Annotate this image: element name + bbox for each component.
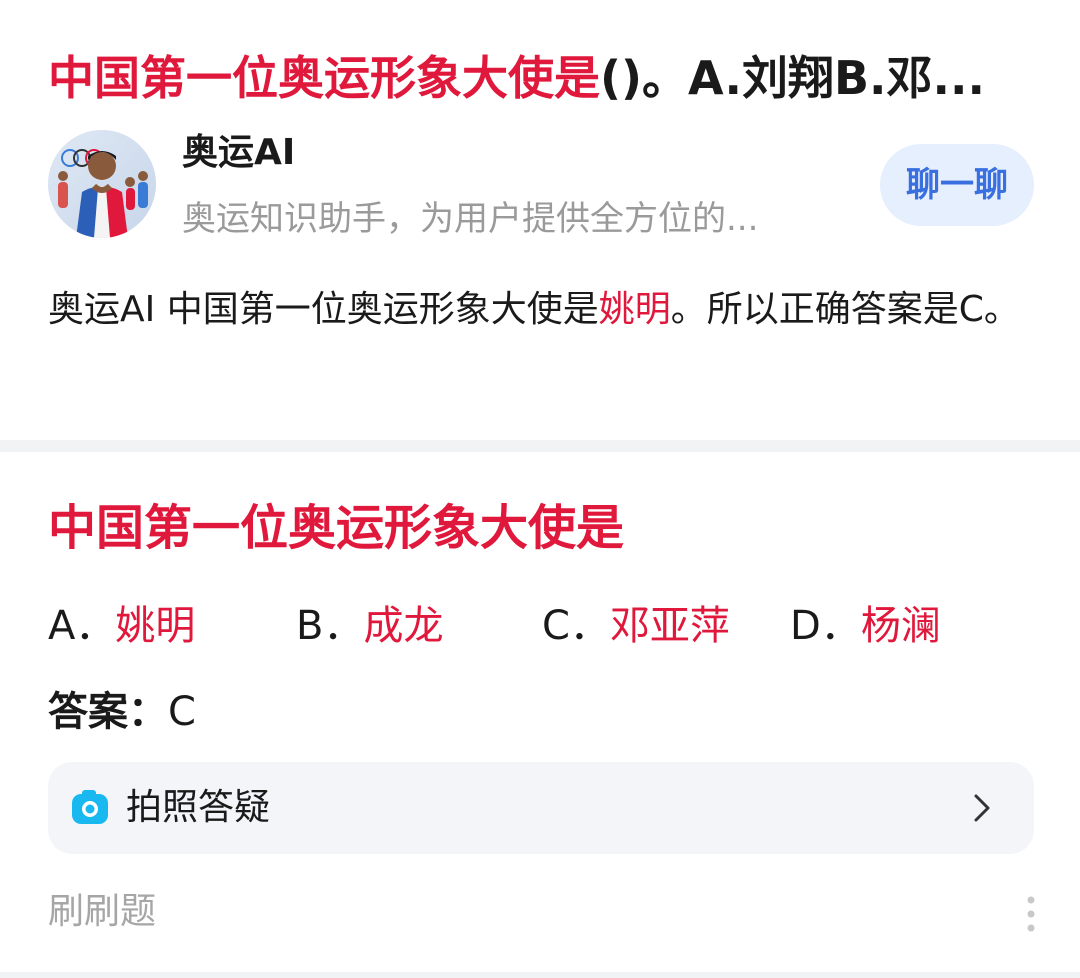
quiz-answer: 答案：C [48,684,196,740]
source-label[interactable]: 刷刷题 [48,888,156,936]
chevron-right-icon [974,794,990,822]
answer-suffix: 。所以正确答案是C。 [670,289,1020,330]
more-vertical-icon[interactable] [1022,894,1040,934]
option-value: 杨澜 [860,603,941,649]
option-value: 邓亚萍 [609,603,730,649]
ai-answer-text: 奥运AI 中国第一位奥运形象大使是姚明。所以正确答案是C。 [48,278,1038,342]
bot-description: 奥运知识助手，为用户提供全方位的... [182,199,759,239]
chat-button[interactable]: 聊一聊 [880,144,1034,226]
title-ellipsis: ... [932,51,985,105]
photo-qa-label: 拍照答疑 [126,787,271,828]
answer-prefix: 奥运AI 中国第一位奥运形象大使是 [48,289,599,330]
card-divider [0,440,1080,452]
answer-value: C [168,689,196,735]
title-highlight: 中国第一位奥运形象大使是 [48,51,600,105]
card-divider-bottom [0,972,1080,978]
option-letter: C． [542,603,610,649]
option-letter: A． [48,603,116,649]
answer-highlight: 姚明 [598,289,671,330]
title-rest: ()。A.刘翔B.邓 [600,51,933,105]
option-value: 成龙 [363,603,444,649]
option-b: B．成龙 [296,598,443,654]
option-letter: B． [296,603,364,649]
option-a: A．姚明 [48,598,195,654]
bot-name[interactable]: 奥运AI [182,130,295,176]
option-c: C．邓亚萍 [542,598,730,654]
athlete-avatar-icon [48,130,156,238]
quiz-title-link[interactable]: 中国第一位奥运形象大使是 [48,498,624,558]
result-title-link[interactable]: 中国第一位奥运形象大使是()。A.刘翔B.邓... [48,46,1038,110]
option-letter: D． [790,603,861,649]
option-value: 姚明 [115,603,196,649]
bot-avatar[interactable] [48,130,156,238]
photo-qa-button[interactable]: 拍照答疑 [48,762,1034,854]
camera-icon [72,790,108,824]
option-d: D．杨澜 [790,598,941,654]
answer-label: 答案： [48,689,168,735]
